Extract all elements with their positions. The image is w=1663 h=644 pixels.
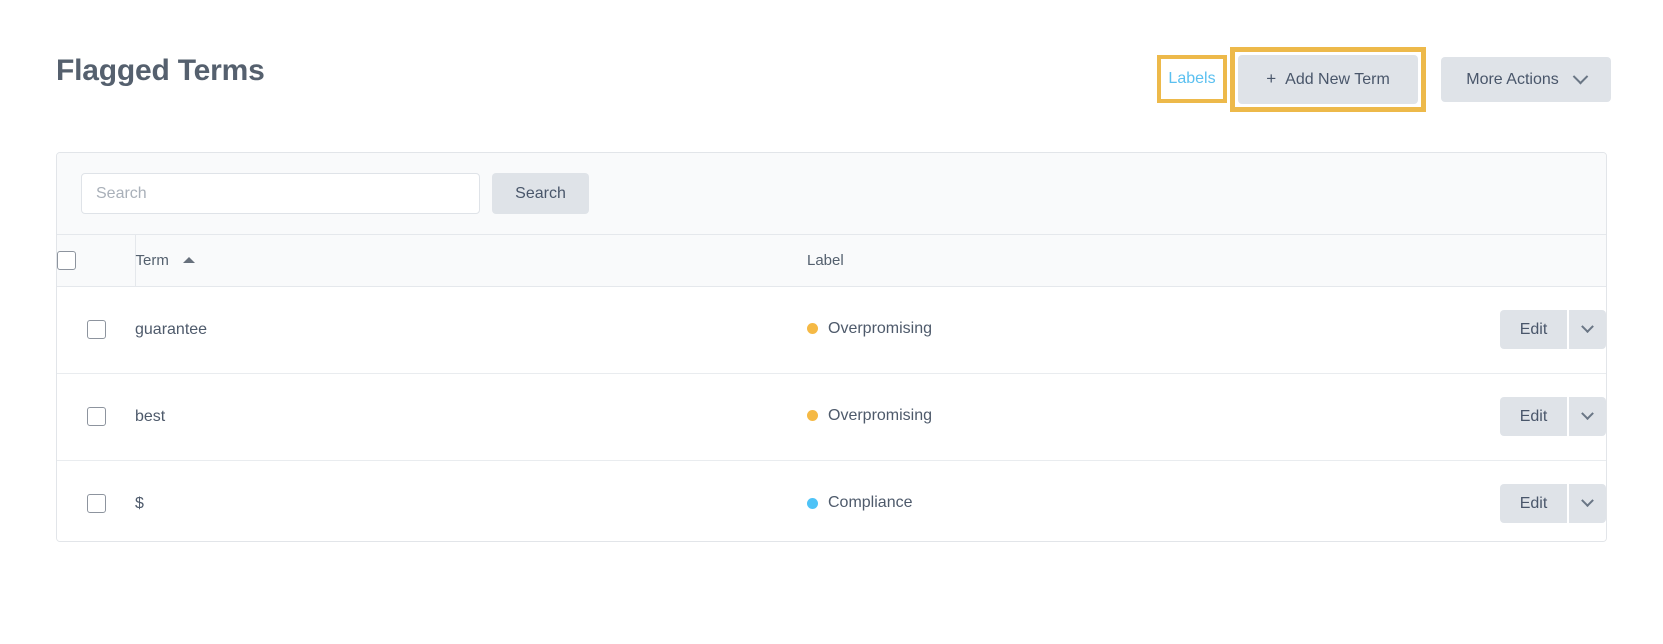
- chevron-down-icon: [1581, 407, 1594, 421]
- row-term-cell: guarantee: [135, 286, 807, 374]
- edit-button[interactable]: Edit: [1500, 310, 1567, 349]
- row-actions-cell: Edit: [1397, 373, 1606, 461]
- edit-dropdown-button[interactable]: [1569, 397, 1606, 436]
- row-actions-cell: Edit: [1397, 460, 1606, 541]
- row-label-text: Overpromising: [828, 406, 933, 424]
- column-header-actions: [1397, 235, 1606, 287]
- more-actions-label: More Actions: [1466, 70, 1559, 88]
- table-header-row: Term Label: [57, 235, 1606, 287]
- row-term-cell: $: [135, 460, 807, 541]
- add-new-term-label: Add New Term: [1285, 70, 1390, 88]
- page-header: Flagged Terms Labels + Add New Term More…: [0, 0, 1663, 130]
- row-select-cell: [57, 373, 135, 461]
- row-select-cell: [57, 286, 135, 374]
- row-label-text: Overpromising: [828, 319, 933, 337]
- row-label-cell: Compliance: [807, 460, 1397, 541]
- terms-card: Search Term Label: [56, 152, 1607, 542]
- add-new-term-highlight-box: + Add New Term: [1230, 47, 1426, 112]
- row-checkbox[interactable]: [86, 320, 106, 339]
- row-label-cell: Overpromising: [807, 373, 1397, 461]
- label-color-dot: [807, 497, 818, 509]
- label-color-dot: [807, 323, 818, 335]
- sort-ascending-icon: [183, 256, 196, 263]
- row-actions-cell: Edit: [1397, 286, 1606, 374]
- search-button[interactable]: Search: [492, 173, 589, 214]
- edit-button[interactable]: Edit: [1500, 484, 1567, 524]
- labels-highlight-box: Labels: [1157, 55, 1227, 103]
- chevron-down-icon: [1572, 68, 1589, 85]
- column-header-label-label: Label: [807, 251, 844, 269]
- labels-link[interactable]: Labels: [1168, 71, 1215, 87]
- select-all-checkbox[interactable]: [57, 250, 76, 270]
- row-checkbox[interactable]: [86, 494, 106, 514]
- search-toolbar: Search: [57, 153, 1606, 235]
- label-color-dot: [807, 410, 818, 422]
- column-header-term-label: Term: [135, 251, 169, 269]
- search-input[interactable]: [81, 173, 480, 214]
- edit-dropdown-button[interactable]: [1569, 310, 1606, 349]
- table-row: best Overpromising Edit: [57, 373, 1606, 461]
- flagged-terms-table: Term Label guarantee Overpromising Edit …: [57, 235, 1606, 541]
- column-header-term[interactable]: Term: [135, 235, 807, 287]
- row-label-cell: Overpromising: [807, 286, 1397, 374]
- row-checkbox[interactable]: [86, 407, 106, 426]
- row-select-cell: [57, 460, 135, 541]
- select-all-header: [57, 235, 136, 287]
- add-new-term-button[interactable]: + Add New Term: [1238, 55, 1418, 104]
- table-row: $ Compliance Edit: [57, 460, 1606, 541]
- row-label-text: Compliance: [828, 494, 913, 511]
- row-term-cell: best: [135, 373, 807, 461]
- column-header-label[interactable]: Label: [807, 235, 1397, 287]
- chevron-down-icon: [1581, 494, 1594, 508]
- table-row: guarantee Overpromising Edit: [57, 286, 1606, 374]
- edit-dropdown-button[interactable]: [1569, 484, 1606, 524]
- chevron-down-icon: [1581, 320, 1594, 334]
- edit-button[interactable]: Edit: [1500, 397, 1567, 436]
- page-title: Flagged Terms: [56, 54, 265, 87]
- flagged-terms-page: Flagged Terms Labels + Add New Term More…: [0, 0, 1663, 644]
- plus-icon: +: [1266, 69, 1277, 88]
- more-actions-button[interactable]: More Actions: [1441, 57, 1611, 102]
